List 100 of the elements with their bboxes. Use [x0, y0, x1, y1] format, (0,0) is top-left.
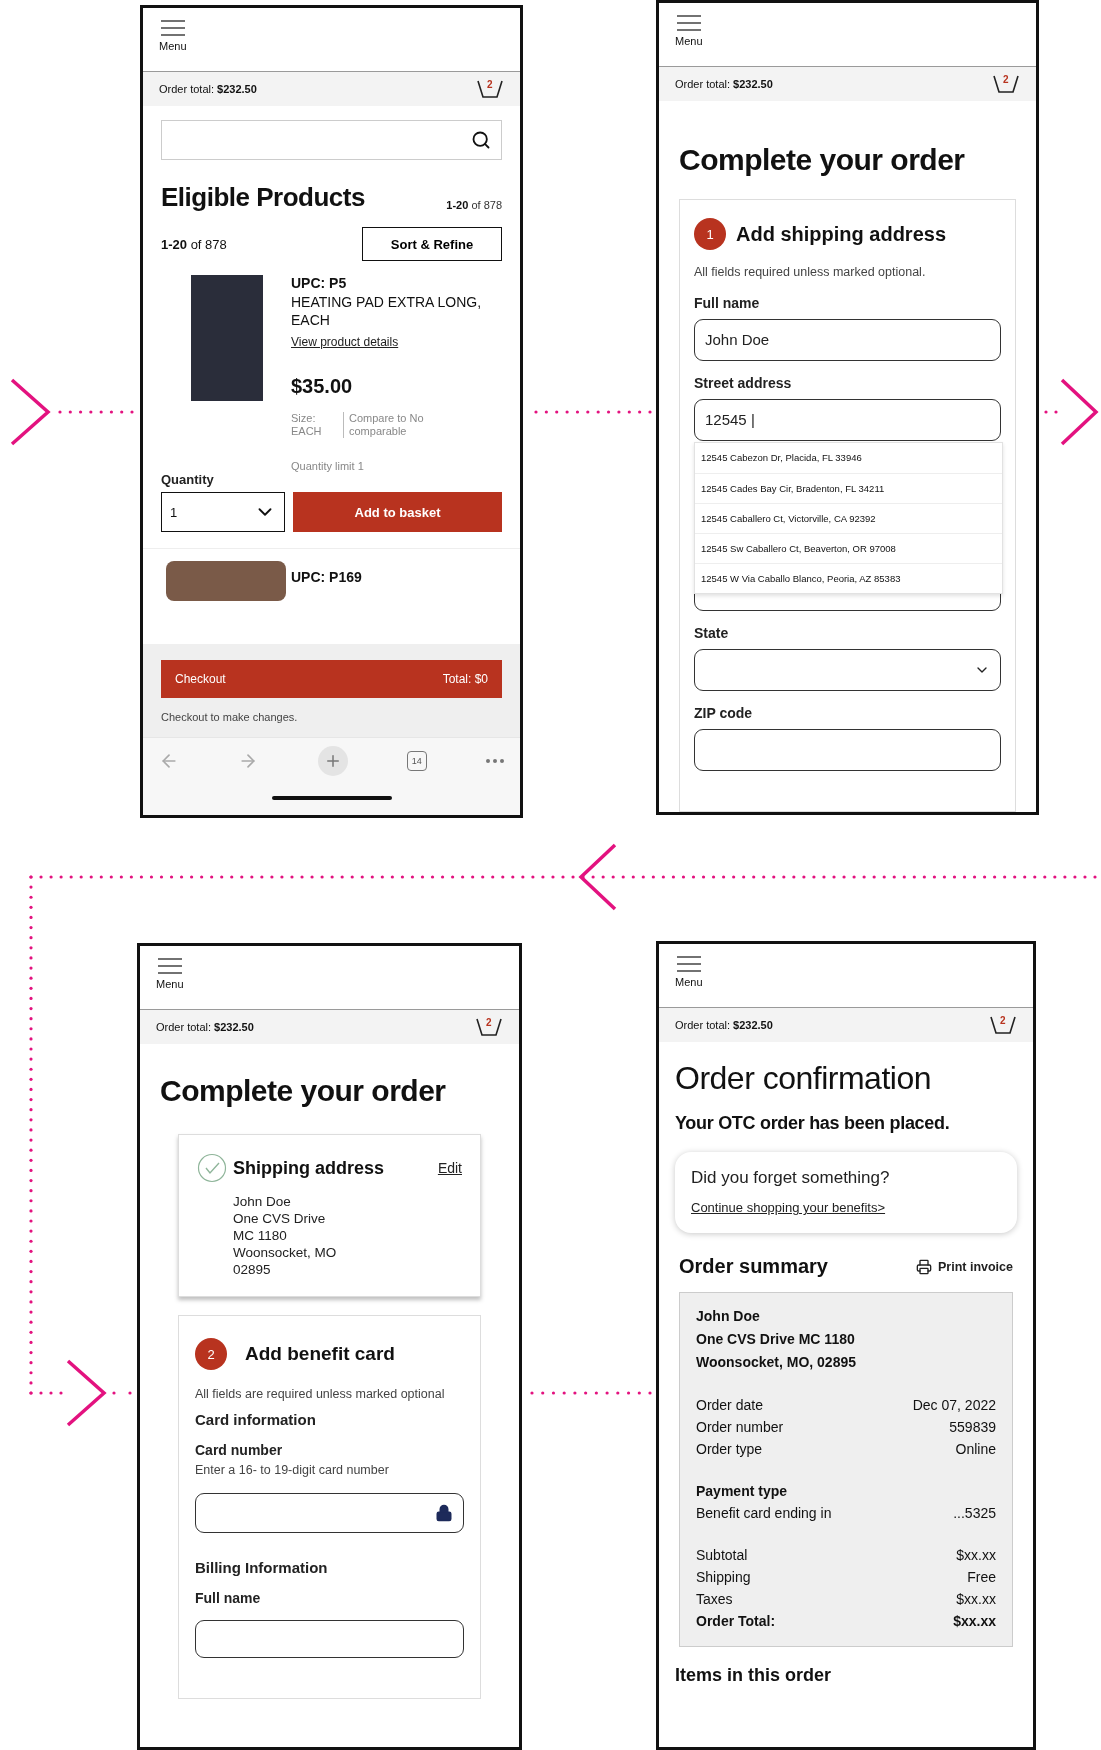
address-line: One CVS Drive MC 1180	[696, 1330, 856, 1349]
order-total: Order total: $232.50	[159, 83, 257, 95]
add-to-basket-button[interactable]: Add to basket	[293, 492, 502, 532]
card-number-field[interactable]	[195, 1492, 464, 1533]
input-field[interactable]	[694, 728, 1001, 771]
more-button[interactable]	[486, 759, 504, 763]
address-line: John Doe	[696, 1307, 761, 1326]
cart-button[interactable]: 2	[475, 1016, 503, 1038]
summary-value: Dec 07, 2022	[912, 1396, 996, 1415]
step-number: 2	[195, 1338, 227, 1370]
page-title: Order confirmation	[675, 1060, 932, 1097]
summary-title: Order summary	[679, 1255, 828, 1278]
quantity-label: Quantity	[161, 472, 215, 487]
section-heading: Card information	[195, 1410, 317, 1428]
address-suggestion[interactable]: 12545 W Via Caballo Blanco, Peoria, AZ 85383	[695, 562, 1002, 593]
summary-label: Taxes	[696, 1590, 733, 1609]
address-line: John Doe	[233, 1193, 292, 1210]
address-line: 02895	[233, 1261, 272, 1278]
summary-label: Order date	[696, 1396, 763, 1415]
step-title: Add benefit card	[245, 1343, 395, 1365]
cart-button[interactable]: 2	[992, 73, 1020, 95]
form-note: All fields required unless marked optional.	[694, 264, 927, 281]
search-icon	[471, 130, 491, 150]
summary-value: Online	[955, 1440, 996, 1459]
checkout-button[interactable]: Checkout Total: $0	[161, 660, 502, 699]
address-suggestion[interactable]: 12545 Sw Caballero Ct, Beaverton, OR 97008	[695, 532, 1002, 563]
print-invoice-button[interactable]: Print invoice	[915, 1258, 1013, 1275]
address-suggestion[interactable]: 12545 Cades Bay Cir, Bradenton, FL 34211	[695, 472, 1002, 503]
cart-count: 2	[1000, 1016, 1006, 1026]
address-line: Woonsocket, MO, 02895	[696, 1353, 857, 1372]
summary-value: $xx.xx	[953, 1612, 996, 1631]
menu-button[interactable]: Menu	[675, 956, 703, 988]
summary-label: Order type	[696, 1440, 763, 1459]
order-total: Order total: $232.50	[156, 1021, 254, 1033]
address-line: Woonsocket, MO	[233, 1244, 338, 1261]
new-tab-button[interactable]	[317, 746, 348, 776]
product-name: HEATING PAD EXTRA LONG, EACH	[291, 293, 483, 329]
tabs-button[interactable]: 14	[406, 751, 427, 771]
summary-label: Subtotal	[696, 1546, 748, 1565]
address-suggestion[interactable]: 12545 Cabezon Dr, Placida, FL 33946	[695, 442, 1002, 473]
ellipsis-icon	[486, 759, 504, 763]
basket-icon	[476, 79, 504, 99]
summary-value: $xx.xx	[956, 1590, 996, 1609]
cart-button[interactable]: 2	[989, 1014, 1017, 1036]
summary-label: Order number	[696, 1418, 784, 1437]
field-label: Full name	[195, 1589, 262, 1606]
field-hint: Enter a 16- to 19-digit card number	[195, 1461, 390, 1479]
page-title: Eligible Products	[161, 182, 365, 213]
items-title: Items in this order	[675, 1665, 833, 1686]
search-field[interactable]	[161, 120, 502, 160]
state-select[interactable]	[694, 648, 1001, 691]
summary-value: Free	[967, 1568, 996, 1587]
product-upc: UPC: P169	[291, 569, 363, 585]
page-title: Complete your order	[679, 143, 966, 177]
input-field[interactable]: 12545 |	[694, 398, 1001, 441]
sort-refine-button[interactable]: Sort & Refine	[362, 227, 502, 261]
menu-button[interactable]: Menu	[156, 958, 184, 990]
lock-icon	[435, 1503, 453, 1522]
check-circle-icon	[197, 1153, 227, 1183]
confirmation-message: Your OTC order has been placed.	[675, 1113, 951, 1134]
step-title: Add shipping address	[736, 222, 947, 246]
checkout-note: Checkout to make changes.	[161, 710, 299, 725]
product-size: Size: EACH	[291, 412, 323, 438]
menu-button[interactable]: Menu	[675, 15, 703, 47]
summary-label: Shipping	[696, 1568, 751, 1587]
basket-icon	[989, 1015, 1017, 1035]
input-field[interactable]	[195, 1619, 464, 1658]
edit-link[interactable]: Edit	[437, 1160, 462, 1176]
address-suggestion[interactable]: 12545 Caballero Ct, Victorville, CA 92392	[695, 502, 1002, 533]
continue-shopping-link[interactable]: Continue shopping your benefits>	[691, 1200, 886, 1215]
cart-count: 2	[486, 1018, 492, 1028]
product-upc: UPC: P5	[291, 275, 348, 291]
checkout-total: Total: $0	[442, 672, 488, 687]
section-title: Shipping address	[233, 1157, 385, 1179]
input-field[interactable]: John Doe	[694, 318, 1001, 361]
compare-text: Compare to No comparable	[343, 412, 502, 438]
menu-icon	[675, 956, 702, 972]
quantity-limit: Quantity limit 1	[291, 460, 365, 472]
menu-icon	[159, 20, 186, 36]
cart-button[interactable]: 2	[476, 78, 504, 100]
field-label: ZIP code	[694, 704, 754, 721]
reminder-question: Did you forget something?	[691, 1168, 891, 1188]
field-label: State	[694, 624, 730, 641]
step-number: 1	[694, 218, 726, 250]
field-label: Full name	[694, 294, 761, 311]
address-line: MC 1180	[233, 1227, 288, 1244]
order-total: Order total: $232.50	[675, 1019, 773, 1031]
dotted-arrow	[1044, 378, 1099, 446]
menu-icon	[156, 958, 183, 974]
result-count: 1-20 of 878	[446, 199, 502, 211]
summary-label: Order Total:	[696, 1612, 776, 1631]
menu-icon	[675, 15, 702, 31]
group-heading: Payment type	[696, 1482, 789, 1501]
checkout-label: Checkout	[175, 672, 226, 687]
view-details-link[interactable]: View product details	[291, 335, 399, 349]
quantity-select[interactable]: 1	[161, 492, 285, 532]
quantity-value: 1	[170, 504, 178, 520]
menu-button[interactable]: Menu	[159, 20, 187, 52]
summary-value: ...5325	[953, 1504, 996, 1523]
printer-icon	[915, 1258, 932, 1275]
